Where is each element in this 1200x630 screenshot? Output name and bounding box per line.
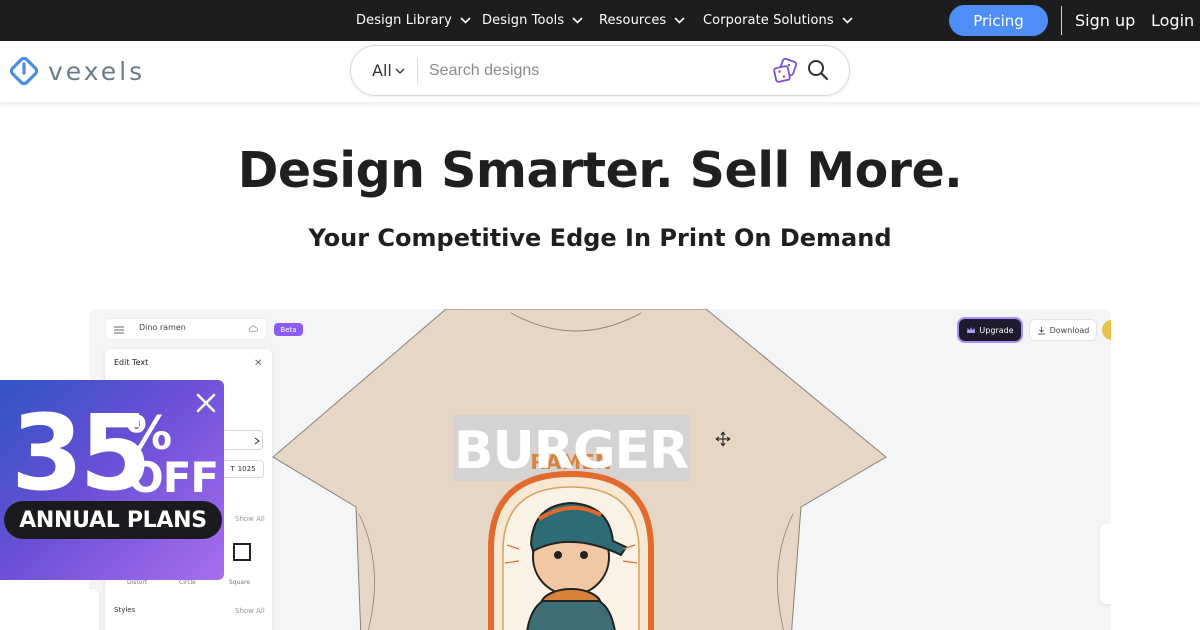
discount-promo-popup: 35 % OFF ANNUAL PLANS bbox=[0, 380, 224, 580]
nav-label: Resources bbox=[599, 13, 667, 28]
logo-text: vexels bbox=[48, 56, 146, 86]
text-size-icon: T bbox=[230, 465, 235, 473]
shape-label-circle: Circle bbox=[179, 579, 196, 586]
shape-label-distort: Distort bbox=[127, 579, 148, 586]
search-icon[interactable] bbox=[807, 59, 829, 81]
hero-title: Design Smarter. Sell More. bbox=[237, 142, 963, 199]
nav-design-library[interactable]: Design Library bbox=[356, 0, 471, 41]
search-divider bbox=[417, 58, 418, 84]
site-header: vexels All bbox=[0, 41, 1200, 102]
chevron-down-icon bbox=[842, 17, 853, 24]
font-size-field: T 1025 bbox=[222, 460, 264, 478]
edit-text-panel-title: Edit Text bbox=[114, 358, 149, 367]
search-category-select[interactable]: All bbox=[372, 46, 405, 95]
chevron-down-icon bbox=[674, 17, 685, 24]
styles-show-all: Show All bbox=[235, 607, 265, 615]
editor-document-name: Dino ramen bbox=[139, 323, 186, 332]
login-link[interactable]: Login bbox=[1151, 0, 1194, 41]
chevron-down-icon bbox=[460, 17, 471, 24]
square-sample-icon bbox=[233, 543, 251, 561]
editor-download-button: Download bbox=[1029, 319, 1097, 341]
tshirt-mockup: RAMEN BURGER bbox=[272, 309, 887, 630]
crown-icon bbox=[967, 327, 976, 333]
editor-download-label: Download bbox=[1049, 325, 1090, 335]
close-icon[interactable] bbox=[195, 392, 217, 414]
cloud-icon bbox=[248, 325, 258, 332]
promo-off-label: OFF bbox=[128, 453, 219, 502]
chevron-down-icon bbox=[395, 68, 405, 74]
editor-upgrade-label: Upgrade bbox=[979, 325, 1014, 335]
nav-label: Design Tools bbox=[482, 13, 565, 28]
editor-preview: Dino ramen Beta Upgrade Download Edit Te… bbox=[89, 309, 1111, 630]
signup-link[interactable]: Sign up bbox=[1075, 0, 1135, 41]
chevron-down-icon bbox=[572, 17, 583, 24]
pricing-button[interactable]: Pricing bbox=[949, 5, 1048, 36]
nav-label: Corporate Solutions bbox=[703, 13, 834, 28]
close-icon: ✕ bbox=[254, 358, 263, 369]
nav-corporate-solutions[interactable]: Corporate Solutions bbox=[703, 0, 853, 41]
nav-resources[interactable]: Resources bbox=[599, 0, 685, 41]
annual-plans-button[interactable]: ANNUAL PLANS bbox=[4, 501, 222, 539]
editor-right-toolbar bbox=[1100, 524, 1111, 604]
top-navigation-bar: Design Library Design Tools Resources Co… bbox=[0, 0, 1200, 41]
editor-left-toolbar bbox=[89, 589, 99, 630]
font-size-value: 1025 bbox=[237, 465, 256, 473]
menu-icon bbox=[114, 326, 124, 334]
search-input[interactable] bbox=[429, 58, 759, 84]
vexels-logo[interactable]: vexels bbox=[8, 55, 145, 87]
shape-label-square: Square bbox=[229, 579, 251, 586]
editor-document-bar: Dino ramen bbox=[105, 318, 267, 340]
editor-upgrade-button: Upgrade bbox=[959, 319, 1021, 341]
vexels-logo-icon bbox=[9, 56, 39, 86]
design-text: BURGER bbox=[454, 421, 688, 481]
search-bar: All bbox=[350, 45, 850, 96]
search-category-label: All bbox=[372, 61, 392, 80]
shapes-show-all: Show All bbox=[235, 515, 265, 523]
nav-design-tools[interactable]: Design Tools bbox=[482, 0, 583, 41]
styles-label: Styles bbox=[114, 606, 136, 614]
editor-avatar bbox=[1102, 320, 1111, 340]
download-icon bbox=[1037, 326, 1045, 334]
hero-subtitle: Your Competitive Edge In Print On Demand bbox=[308, 224, 892, 252]
nav-label: Design Library bbox=[356, 13, 452, 28]
promo-percent-sign: % bbox=[126, 406, 173, 460]
chevron-right-icon bbox=[254, 437, 260, 445]
dice-random-icon[interactable] bbox=[773, 58, 799, 84]
nav-divider bbox=[1061, 6, 1062, 35]
